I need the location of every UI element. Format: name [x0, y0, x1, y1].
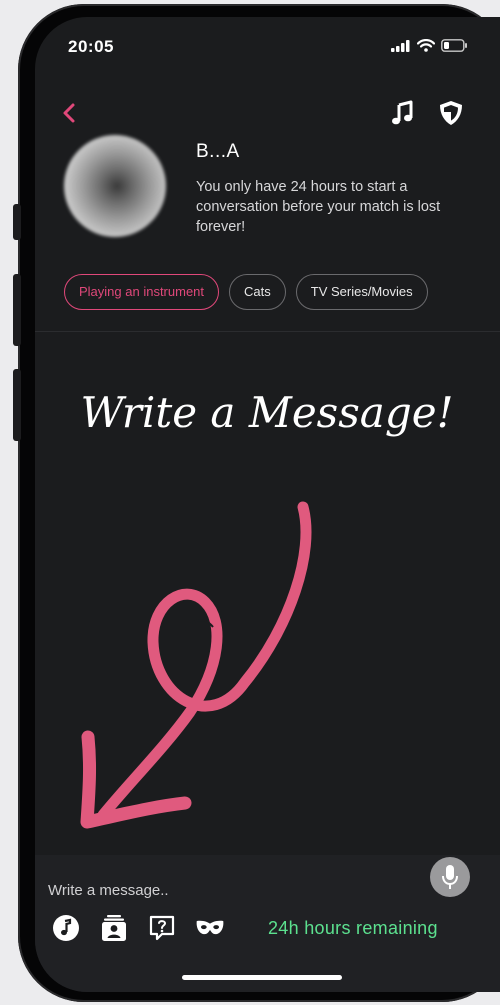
- top-nav: [35, 95, 500, 131]
- voice-message-button[interactable]: [430, 857, 470, 897]
- interest-chip-tv-series[interactable]: TV Series/Movies: [295, 274, 428, 310]
- microphone-icon: [442, 865, 458, 889]
- volume-down-button: [13, 369, 21, 441]
- mask-icon: [196, 920, 224, 935]
- match-avatar[interactable]: [64, 135, 166, 237]
- composer-toolbar: [51, 913, 225, 943]
- share-contact-button[interactable]: [99, 913, 129, 943]
- safety-button[interactable]: [437, 99, 465, 127]
- music-note-icon: [53, 915, 79, 941]
- divider: [35, 331, 500, 332]
- send-song-button[interactable]: [51, 913, 81, 943]
- signal-icon: [391, 39, 410, 52]
- shield-icon: [440, 101, 462, 125]
- interest-chip-cats[interactable]: Cats: [229, 274, 286, 310]
- status-icons: [391, 39, 468, 52]
- contact-card-icon: [102, 915, 126, 941]
- home-indicator[interactable]: [182, 975, 342, 980]
- silent-switch: [13, 204, 21, 240]
- message-prompt-area: Write a Message!: [35, 337, 500, 857]
- status-bar: 20:05: [35, 37, 500, 61]
- message-input[interactable]: [35, 879, 438, 901]
- music-note-icon: [392, 100, 413, 125]
- back-button[interactable]: [57, 99, 81, 127]
- match-name: B...A: [196, 141, 240, 162]
- prompt-illustration: Write a Message!: [80, 388, 454, 829]
- prompt-headline: Write a Message!: [81, 388, 454, 437]
- interest-chip-instrument[interactable]: Playing an instrument: [64, 274, 220, 310]
- anonymous-mask-button[interactable]: [195, 913, 225, 943]
- phone-screen: 20:05 B...A You only have 24 hours to st…: [35, 17, 500, 992]
- match-expiry-notice: You only have 24 hours to start a conver…: [196, 179, 441, 235]
- wifi-icon: [417, 39, 435, 52]
- music-button[interactable]: [389, 99, 417, 127]
- curved-arrow-icon: [80, 501, 312, 829]
- volume-up-button: [13, 274, 21, 346]
- time-remaining: 24h hours remaining: [268, 918, 438, 938]
- question-button[interactable]: [147, 913, 177, 943]
- chevron-left-icon: [63, 103, 75, 123]
- question-icon: [149, 915, 175, 941]
- battery-icon: [441, 39, 467, 52]
- interest-chips: Playing an instrument Cats TV Series/Mov…: [64, 274, 428, 310]
- status-time: 20:05: [68, 37, 114, 56]
